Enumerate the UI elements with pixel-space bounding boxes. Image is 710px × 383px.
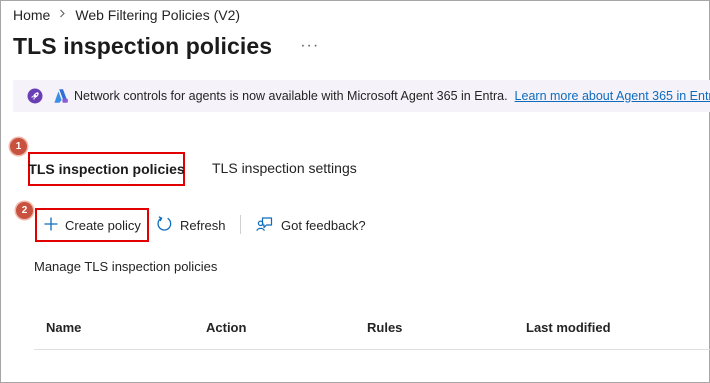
page-frame: Home Web Filtering Policies (V2) TLS ins…	[0, 0, 710, 383]
rocket-icon	[27, 88, 43, 104]
tab-tls-inspection-policies[interactable]: TLS inspection policies	[28, 152, 185, 186]
step-2-badge: 2	[16, 202, 33, 219]
page-title: TLS inspection policies	[13, 33, 273, 59]
table-header: Name Action Rules Last modified	[34, 307, 710, 350]
refresh-label: Refresh	[180, 217, 226, 233]
step-1-badge: 1	[10, 138, 27, 155]
plus-icon	[43, 216, 65, 235]
page-description: Manage TLS inspection policies	[34, 259, 218, 274]
refresh-button[interactable]: Refresh	[156, 215, 226, 235]
toolbar-divider	[240, 215, 241, 234]
tab-tls-inspection-settings[interactable]: TLS inspection settings	[212, 160, 357, 176]
feedback-button[interactable]: Got feedback?	[256, 215, 366, 235]
banner-text: Network controls for agents is now avail…	[74, 89, 508, 103]
column-header-name[interactable]: Name	[46, 320, 81, 335]
agent-365-icon	[53, 88, 69, 104]
column-header-rules[interactable]: Rules	[367, 320, 402, 335]
chevron-right-icon	[59, 9, 66, 21]
breadcrumb: Home Web Filtering Policies (V2)	[13, 7, 240, 23]
breadcrumb-home[interactable]: Home	[13, 7, 50, 23]
column-header-last-modified[interactable]: Last modified	[526, 320, 611, 335]
create-policy-label: Create policy	[65, 217, 141, 233]
create-policy-button[interactable]: Create policy	[35, 208, 149, 242]
refresh-icon	[156, 215, 180, 235]
info-banner: Network controls for agents is now avail…	[13, 80, 710, 112]
banner-learn-more-link[interactable]: Learn more about Agent 365 in Entra	[515, 89, 710, 103]
feedback-label: Got feedback?	[281, 217, 366, 233]
more-options-icon[interactable]: ···	[300, 37, 319, 55]
column-header-action[interactable]: Action	[206, 320, 246, 335]
title-row: TLS inspection policies ···	[13, 33, 319, 60]
feedback-icon	[256, 215, 281, 235]
breadcrumb-current[interactable]: Web Filtering Policies (V2)	[75, 7, 240, 23]
